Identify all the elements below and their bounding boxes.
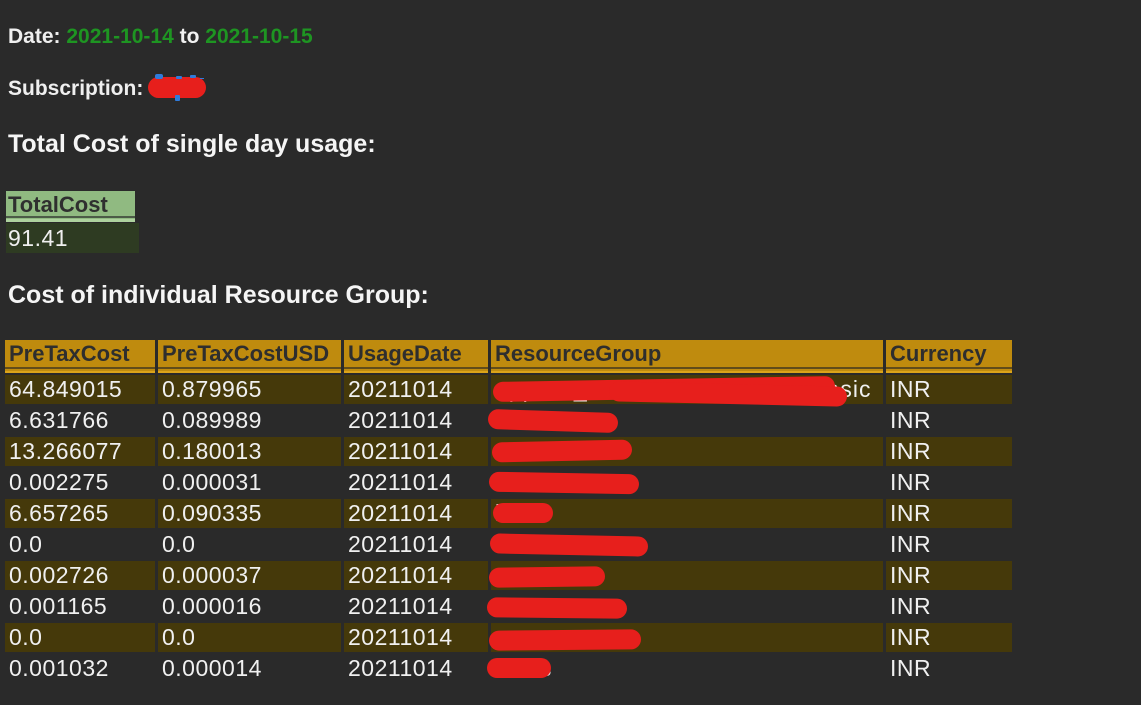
redaction-mark: [609, 381, 847, 406]
cell-pretaxcost: 6.657265: [5, 499, 155, 528]
cell-usagedate: 20211014: [344, 468, 488, 497]
table-row: 0.001165 0.000016 20211014 INR: [5, 592, 1012, 621]
redaction-mark: [492, 440, 632, 463]
total-cost-heading: Total Cost of single day usage:: [8, 130, 376, 159]
cell-resourcegroup: [491, 592, 883, 621]
subscription-label: Subscription:: [8, 77, 143, 100]
cell-pretaxcost: 13.266077: [5, 437, 155, 466]
subscription-redaction-mark: [148, 77, 206, 98]
table-row: 6.657265 0.090335 20211014 bill INR: [5, 499, 1012, 528]
column-header-pretaxcostusd: PreTaxCostUSD: [158, 340, 341, 373]
cell-usagedate: 20211014: [344, 530, 488, 559]
redaction-mark: [487, 597, 627, 618]
cell-pretaxcost: 0.002275: [5, 468, 155, 497]
cell-pretaxcostusd: 0.000031: [158, 468, 341, 497]
date-from: 2021-10-14: [66, 25, 173, 48]
cell-pretaxcost: 0.0: [5, 623, 155, 652]
table-row: 6.631766 0.089989 20211014 INR: [5, 406, 1012, 435]
redaction-mark: [489, 566, 605, 588]
table-header-row: PreTaxCost PreTaxCostUSD UsageDate Resou…: [5, 340, 1012, 373]
table-row: 64.849015 0.879965 20211014 appsvc_windo…: [5, 375, 1012, 404]
column-header-usagedate: UsageDate: [344, 340, 488, 373]
cell-pretaxcostusd: 0.000037: [158, 561, 341, 590]
table-row: 0.001032 0.000014 20211014 vikas INR: [5, 654, 1012, 683]
table-row: 0.0 0.0 20211014 INR: [5, 623, 1012, 652]
date-line: Date: 2021-10-14 to 2021-10-15: [8, 25, 313, 49]
column-header-currency: Currency: [886, 340, 1012, 373]
cell-resourcegroup: [491, 406, 883, 435]
redaction-mark: [490, 533, 648, 556]
cell-usagedate: 20211014: [344, 654, 488, 683]
cell-currency: INR: [886, 623, 1012, 652]
cell-resourcegroup: [491, 437, 883, 466]
table-row: 13.266077 0.180013 20211014 INR: [5, 437, 1012, 466]
cell-currency: INR: [886, 375, 1012, 404]
column-header-pretaxcost: PreTaxCost: [5, 340, 155, 373]
table-row: 0.002275 0.000031 20211014 INR: [5, 468, 1012, 497]
cell-usagedate: 20211014: [344, 561, 488, 590]
cell-currency: INR: [886, 561, 1012, 590]
cell-pretaxcost: 64.849015: [5, 375, 155, 404]
cell-currency: INR: [886, 499, 1012, 528]
total-cost-column-header: TotalCost: [6, 191, 135, 222]
redaction-mark: [488, 409, 619, 433]
cell-pretaxcost: 0.001165: [5, 592, 155, 621]
redaction-mark: [489, 472, 639, 495]
cell-resourcegroup: bill: [491, 499, 883, 528]
cell-resourcegroup: [491, 468, 883, 497]
cell-currency: INR: [886, 592, 1012, 621]
total-cost-table: TotalCost 91.41: [6, 191, 139, 253]
redaction-mark: [493, 503, 553, 523]
total-cost-value: 91.41: [6, 223, 139, 253]
cell-resourcegroup: [491, 623, 883, 652]
cell-currency: INR: [886, 437, 1012, 466]
resource-group-table: PreTaxCost PreTaxCostUSD UsageDate Resou…: [2, 338, 1015, 685]
cell-currency: INR: [886, 654, 1012, 683]
cell-pretaxcostusd: 0.879965: [158, 375, 341, 404]
cell-pretaxcostusd: 0.000014: [158, 654, 341, 683]
cell-usagedate: 20211014: [344, 437, 488, 466]
cell-pretaxcostusd: 0.000016: [158, 592, 341, 621]
cell-resourcegroup: [491, 561, 883, 590]
table-row: 0.002726 0.000037 20211014 INR: [5, 561, 1012, 590]
redaction-mark: [489, 629, 641, 650]
cell-pretaxcost: 0.001032: [5, 654, 155, 683]
cell-usagedate: 20211014: [344, 499, 488, 528]
date-label: Date:: [8, 25, 61, 48]
date-connector: to: [180, 25, 200, 48]
resource-group-heading: Cost of individual Resource Group:: [8, 281, 429, 310]
cell-currency: INR: [886, 406, 1012, 435]
cell-currency: INR: [886, 530, 1012, 559]
cell-pretaxcostusd: 0.0: [158, 530, 341, 559]
cell-pretaxcost: 6.631766: [5, 406, 155, 435]
cell-resourcegroup: appsvc_windows_centralus_basic: [491, 375, 883, 404]
cell-pretaxcostusd: 0.089989: [158, 406, 341, 435]
cell-usagedate: 20211014: [344, 375, 488, 404]
column-header-resourcegroup: ResourceGroup: [491, 340, 883, 373]
table-row: 0.0 0.0 20211014 INR: [5, 530, 1012, 559]
report-page: { "colors": { "page_bg": "#2a2a2a", "dat…: [0, 0, 1141, 705]
cell-usagedate: 20211014: [344, 592, 488, 621]
date-to: 2021-10-15: [205, 25, 312, 48]
cell-resourcegroup: [491, 530, 883, 559]
cell-usagedate: 20211014: [344, 623, 488, 652]
cell-usagedate: 20211014: [344, 406, 488, 435]
cell-pretaxcost: 0.002726: [5, 561, 155, 590]
redaction-mark: [487, 658, 551, 678]
cell-currency: INR: [886, 468, 1012, 497]
cell-pretaxcostusd: 0.090335: [158, 499, 341, 528]
cell-pretaxcostusd: 0.0: [158, 623, 341, 652]
cell-pretaxcostusd: 0.180013: [158, 437, 341, 466]
subscription-line: Subscription:: [8, 77, 206, 101]
cell-pretaxcost: 0.0: [5, 530, 155, 559]
cell-resourcegroup: vikas: [491, 654, 883, 683]
